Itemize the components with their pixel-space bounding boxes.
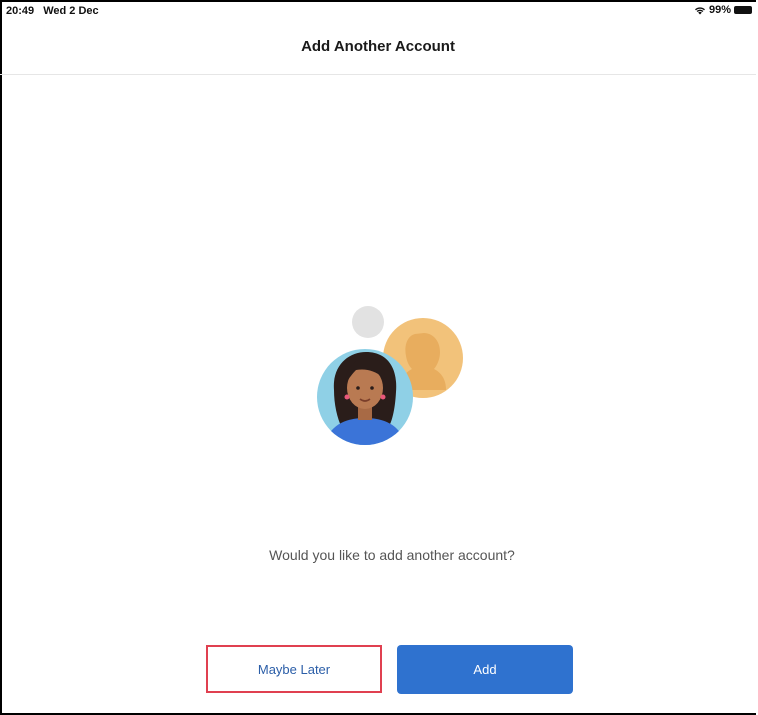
page-title: Add Another Account: [301, 37, 455, 55]
nav-bar: Add Another Account: [0, 22, 756, 75]
status-left: 20:49 Wed 2 Dec: [6, 5, 99, 17]
accounts-illustration: [312, 300, 472, 450]
battery-icon: [734, 6, 752, 14]
maybe-later-button[interactable]: Maybe Later: [206, 645, 382, 693]
status-right: 99%: [694, 4, 752, 16]
status-time: 20:49: [6, 5, 35, 17]
add-button[interactable]: Add: [397, 645, 573, 694]
status-bar: 20:49 Wed 2 Dec 99%: [0, 0, 756, 22]
wifi-icon: [694, 6, 706, 15]
add-account-prompt: Would you like to add another account?: [269, 547, 515, 563]
status-date: Wed 2 Dec: [43, 5, 99, 17]
battery-percent: 99%: [708, 4, 731, 16]
